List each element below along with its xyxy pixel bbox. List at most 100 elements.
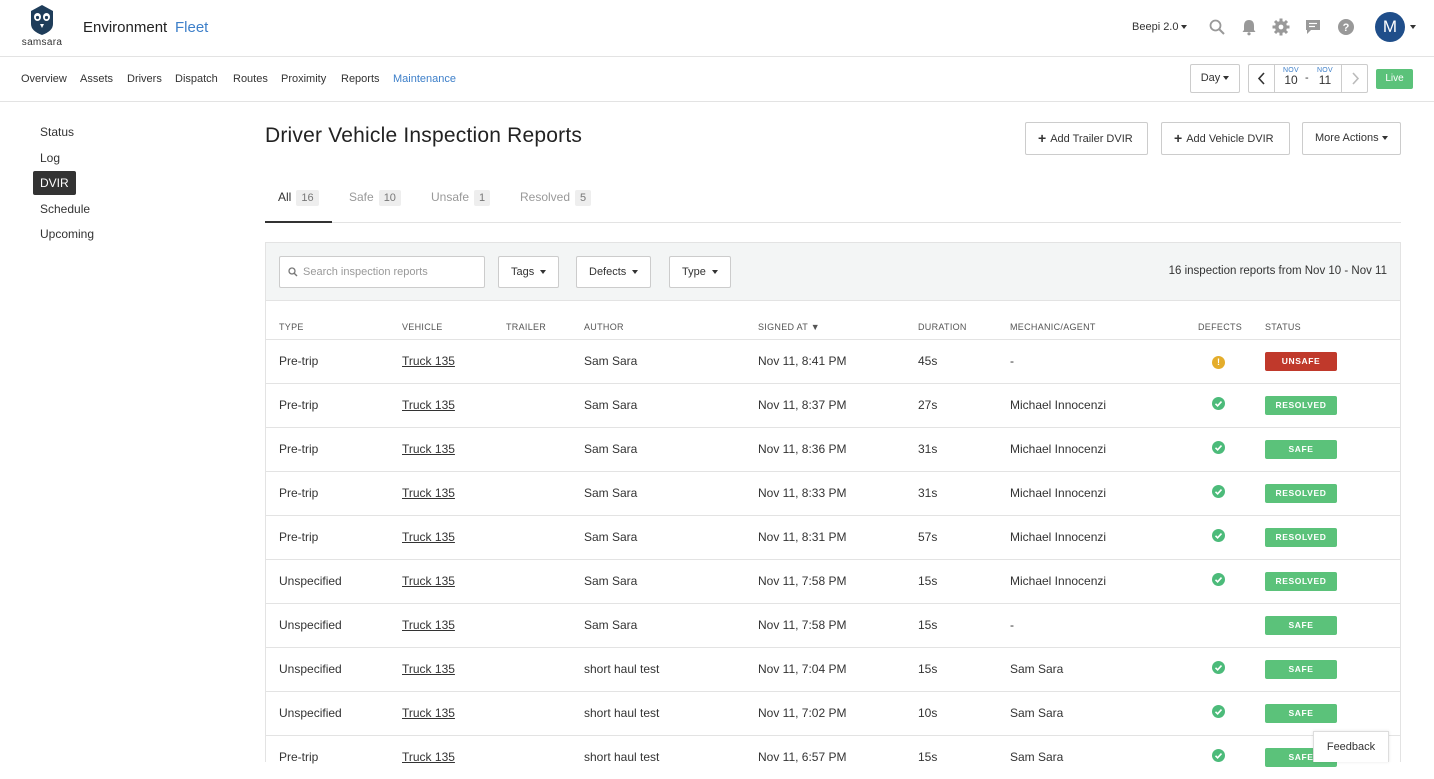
vehicle-link[interactable]: Truck 135 <box>402 750 455 764</box>
cell-author: Sam Sara <box>584 338 758 383</box>
next-date-button[interactable] <box>1341 65 1367 92</box>
defects-filter[interactable]: Defects <box>576 256 652 288</box>
tags-filter[interactable]: Tags <box>498 256 560 288</box>
date-separator: - <box>1305 72 1309 84</box>
fleet-link[interactable]: Fleet <box>175 19 208 36</box>
nav-item-dispatch[interactable]: Dispatch <box>175 73 218 85</box>
table-row[interactable]: Pre-trip Truck 135 Sam Sara Nov 11, 8:37 PM… <box>266 382 1400 427</box>
date-to[interactable]: NOV 11 <box>1313 67 1337 87</box>
vehicle-link[interactable]: Truck 135 <box>402 706 455 720</box>
gear-icon[interactable] <box>1272 18 1290 36</box>
tab-resolved[interactable]: Resolved 5 <box>520 190 592 223</box>
date-from[interactable]: NOV 10 <box>1279 67 1303 87</box>
more-actions-button[interactable]: More Actions <box>1302 122 1401 155</box>
column-header-status[interactable]: STATUS <box>1265 315 1400 339</box>
samsara-logo[interactable]: samsara <box>18 4 66 50</box>
cell-vehicle: Truck 135 <box>402 382 506 427</box>
chat-icon[interactable] <box>1304 18 1322 36</box>
column-header-defects[interactable]: DEFECTS <box>1198 315 1265 339</box>
nav-item-drivers[interactable]: Drivers <box>127 73 162 85</box>
nav-item-reports[interactable]: Reports <box>341 73 380 85</box>
avatar-chevron-icon[interactable] <box>1410 25 1416 29</box>
cell-vehicle: Truck 135 <box>402 470 506 515</box>
nav-item-proximity[interactable]: Proximity <box>281 73 326 85</box>
live-button[interactable]: Live <box>1376 69 1413 89</box>
add-vehicle-dvir-button[interactable]: + Add Vehicle DVIR <box>1161 122 1290 155</box>
column-header-author[interactable]: AUTHOR <box>584 315 758 339</box>
vehicle-link[interactable]: Truck 135 <box>402 442 455 456</box>
column-header-vehicle[interactable]: VEHICLE <box>402 315 506 339</box>
column-header-mechanic[interactable]: MECHANIC/AGENT <box>1010 315 1198 339</box>
svg-text:?: ? <box>1343 22 1350 34</box>
range-select[interactable]: Day <box>1190 64 1240 93</box>
status-badge: SAFE <box>1265 703 1337 723</box>
type-filter-label: Type <box>682 266 706 278</box>
chevron-down-icon <box>632 270 639 275</box>
help-icon[interactable]: ? <box>1337 18 1355 36</box>
vehicle-link[interactable]: Truck 135 <box>402 486 455 500</box>
table-row[interactable]: Pre-trip Truck 135 Sam Sara Nov 11, 8:41 PM… <box>266 338 1400 383</box>
table-row[interactable]: Unspecified Truck 135 short haul test Nov 1… <box>266 690 1400 735</box>
org-switcher[interactable]: Beepi 2.0 <box>1132 21 1188 33</box>
table-row[interactable]: Pre-trip Truck 135 Sam Sara Nov 11, 8:33 PM… <box>266 470 1400 515</box>
type-filter[interactable]: Type <box>669 256 731 288</box>
column-header-duration[interactable]: DURATION <box>918 315 1010 339</box>
nav-item-routes[interactable]: Routes <box>233 73 268 85</box>
prev-date-button[interactable] <box>1249 65 1275 92</box>
column-header-trailer[interactable]: TRAILER <box>506 315 584 339</box>
check-circle-icon <box>1212 661 1225 674</box>
search-icon[interactable] <box>1208 18 1226 36</box>
table-row[interactable]: Unspecified Truck 135 Sam Sara Nov 11, 7:58… <box>266 558 1400 603</box>
column-header-type[interactable]: TYPE <box>266 315 402 339</box>
cell-author: short haul test <box>584 690 758 735</box>
nav-item-maintenance[interactable]: Maintenance <box>393 73 456 85</box>
results-summary: 16 inspection reports from Nov 10 - Nov … <box>1168 265 1387 277</box>
cell-type: Pre-trip <box>266 426 402 471</box>
cell-defects <box>1198 646 1265 691</box>
vehicle-link[interactable]: Truck 135 <box>402 398 455 412</box>
table-row[interactable]: Unspecified Truck 135 Sam Sara Nov 11, 7:58… <box>266 602 1400 647</box>
status-badge: RESOLVED <box>1265 395 1337 415</box>
table-row[interactable]: Unspecified Truck 135 short haul test Nov 1… <box>266 646 1400 691</box>
table-row[interactable]: Pre-trip Truck 135 Sam Sara Nov 11, 8:36 PM… <box>266 426 1400 471</box>
add-trailer-dvir-label: Add Trailer DVIR <box>1050 133 1133 145</box>
vehicle-link[interactable]: Truck 135 <box>402 530 455 544</box>
vehicle-link[interactable]: Truck 135 <box>402 574 455 588</box>
vehicle-link[interactable]: Truck 135 <box>402 618 455 632</box>
sidebar-item-dvir[interactable]: DVIR <box>33 171 76 195</box>
page-title: Driver Vehicle Inspection Reports <box>265 124 583 147</box>
cell-author: Sam Sara <box>584 382 758 427</box>
nav-item-assets[interactable]: Assets <box>80 73 113 85</box>
tab-all[interactable]: All 16 <box>265 190 332 223</box>
column-header-signed-at[interactable]: SIGNED AT ▼ <box>758 315 918 339</box>
vehicle-link[interactable]: Truck 135 <box>402 354 455 368</box>
cell-vehicle: Truck 135 <box>402 558 506 603</box>
tab-count: 5 <box>575 190 592 206</box>
sort-desc-icon: ▼ <box>810 321 820 332</box>
sidebar-item-log[interactable]: Log <box>40 151 60 165</box>
cell-trailer <box>506 558 584 603</box>
signed-at-label: SIGNED AT <box>758 321 808 332</box>
chevron-down-icon <box>540 270 547 275</box>
top-header: samsara Environment Fleet Beepi 2.0 ? M <box>0 0 1434 57</box>
sidebar-item-schedule[interactable]: Schedule <box>40 202 90 216</box>
add-trailer-dvir-button[interactable]: + Add Trailer DVIR <box>1025 122 1148 155</box>
avatar[interactable]: M <box>1375 12 1405 42</box>
sidebar-item-status[interactable]: Status <box>40 125 74 139</box>
table-row[interactable]: Pre-trip Truck 135 short haul test Nov 11, … <box>266 734 1400 779</box>
table-row[interactable]: Pre-trip Truck 135 Sam Sara Nov 11, 8:31 PM… <box>266 514 1400 559</box>
search-input[interactable] <box>303 257 481 287</box>
cell-duration: 15s <box>918 646 1010 691</box>
sidebar-item-upcoming[interactable]: Upcoming <box>40 227 94 241</box>
cell-defects <box>1198 602 1265 647</box>
vehicle-link[interactable]: Truck 135 <box>402 662 455 676</box>
tab-safe[interactable]: Safe 10 <box>349 190 401 223</box>
check-circle-icon <box>1212 485 1225 498</box>
cell-signed-at: Nov 11, 8:36 PM <box>758 426 918 471</box>
cell-status: SAFE <box>1265 646 1400 691</box>
bell-icon[interactable] <box>1240 18 1258 36</box>
cell-signed-at: Nov 11, 8:37 PM <box>758 382 918 427</box>
feedback-button[interactable]: Feedback <box>1313 731 1389 762</box>
nav-item-overview[interactable]: Overview <box>21 73 67 85</box>
tab-unsafe[interactable]: Unsafe 1 <box>431 190 491 223</box>
